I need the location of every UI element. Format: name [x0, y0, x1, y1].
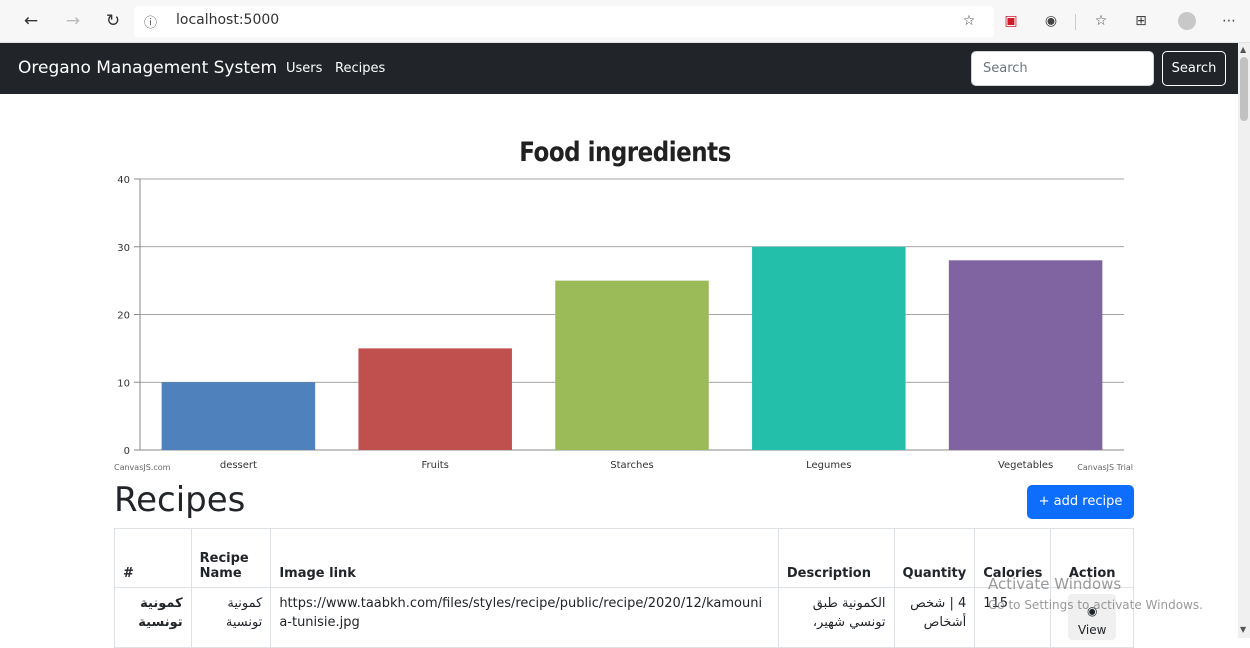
table-row: كمونية تونسية كمونية تونسية https://www.…	[114, 587, 1134, 648]
chart-credit-left[interactable]: CanvasJS.com	[114, 463, 170, 472]
col-header-image-link: Image link	[270, 528, 779, 588]
pocket-extension-icon[interactable]: ▣	[1000, 11, 1022, 31]
col-header-description: Description	[777, 528, 895, 588]
scrollbar-thumb[interactable]	[1240, 57, 1248, 121]
browser-toolbar: ← → ↻ ⓘ localhost:5000 ☆ ▣ ◉ ☆ ⊞ ⋯	[0, 0, 1250, 43]
reload-icon[interactable]: ↻	[102, 10, 124, 32]
view-button-label: View	[1077, 623, 1107, 637]
bar-dessert	[161, 382, 316, 450]
bar-fruits	[358, 348, 512, 450]
url-text: localhost:5000	[176, 12, 280, 28]
profile-avatar[interactable]	[1178, 12, 1196, 30]
recipes-table: # Recipe Name Image link Description Qua…	[114, 528, 1134, 648]
x-tick-label: Vegetables	[998, 460, 1053, 471]
more-icon[interactable]: ⋯	[1218, 11, 1240, 31]
x-tick-label: Starches	[610, 460, 654, 471]
x-tick-label: dessert	[220, 460, 257, 471]
x-tick-label: Legumes	[806, 460, 851, 471]
table-header-row: # Recipe Name Image link Description Qua…	[114, 528, 1134, 588]
forward-icon[interactable]: →	[62, 10, 84, 32]
info-icon[interactable]: ⓘ	[144, 12, 157, 31]
col-header-quantity: Quantity	[893, 528, 976, 588]
add-recipe-button[interactable]: + add recipe	[1027, 485, 1134, 519]
scroll-down-icon[interactable]: ▼	[1240, 625, 1246, 634]
nav-link-users[interactable]: Users	[286, 61, 322, 76]
cell-image-link: https://www.taabkh.com/files/styles/reci…	[270, 587, 779, 648]
x-tick-label: Fruits	[422, 460, 449, 471]
collections-icon[interactable]: ⊞	[1130, 11, 1152, 31]
col-header-id: #	[114, 528, 192, 588]
y-tick-label: 20	[117, 311, 130, 322]
recipes-heading: Recipes	[114, 480, 246, 520]
brand-link[interactable]: Oregano Management System	[18, 58, 277, 78]
search-button[interactable]: Search	[1162, 51, 1226, 86]
cell-id: كمونية تونسية	[114, 587, 192, 648]
chart-canvas: 0 10 20 30 40 dessert Fruits Starches Legumes Veg…	[117, 175, 1124, 471]
address-bar[interactable]: ⓘ localhost:5000	[134, 6, 994, 37]
activate-windows-title: Activate Windows	[988, 575, 1122, 593]
activate-windows-subtitle: Go to Settings to activate Windows.	[988, 598, 1203, 612]
cell-calories: 115	[974, 587, 1052, 648]
col-header-recipe-name: Recipe Name	[190, 528, 272, 588]
page-scrollbar[interactable]: ▲ ▼	[1238, 43, 1250, 638]
y-tick-label: 30	[117, 243, 130, 254]
favorite-add-icon[interactable]: ☆	[958, 11, 980, 31]
extension-icon[interactable]: ◉	[1040, 11, 1062, 31]
toolbar-divider	[1075, 14, 1076, 30]
y-tick-label: 40	[117, 175, 130, 186]
favorites-icon[interactable]: ☆	[1090, 11, 1112, 31]
bar-legumes	[752, 246, 906, 450]
scroll-up-icon[interactable]: ▲	[1240, 45, 1246, 54]
search-input[interactable]: Search	[971, 51, 1154, 86]
bar-starches	[555, 280, 709, 450]
cell-recipe-name: كمونية تونسية	[190, 587, 272, 648]
cell-action: ◉ View	[1050, 587, 1134, 648]
cell-description: الكمونية طبق تونسي شهير،	[777, 587, 895, 648]
cell-quantity: 4 | شخص أشخاص	[893, 587, 976, 648]
bar-vegetables	[948, 260, 1103, 450]
nav-link-recipes[interactable]: Recipes	[335, 61, 385, 76]
chart-credit-right: CanvasJS Trial	[1077, 463, 1133, 472]
y-tick-label: 0	[124, 446, 130, 457]
food-ingredients-chart: Food ingredients 0 10 20 30 40 dessert Fruits S…	[110, 120, 1140, 480]
navbar: Oregano Management System Users Recipes …	[0, 43, 1238, 94]
y-tick-label: 10	[117, 378, 130, 389]
back-icon[interactable]: ←	[20, 10, 42, 32]
